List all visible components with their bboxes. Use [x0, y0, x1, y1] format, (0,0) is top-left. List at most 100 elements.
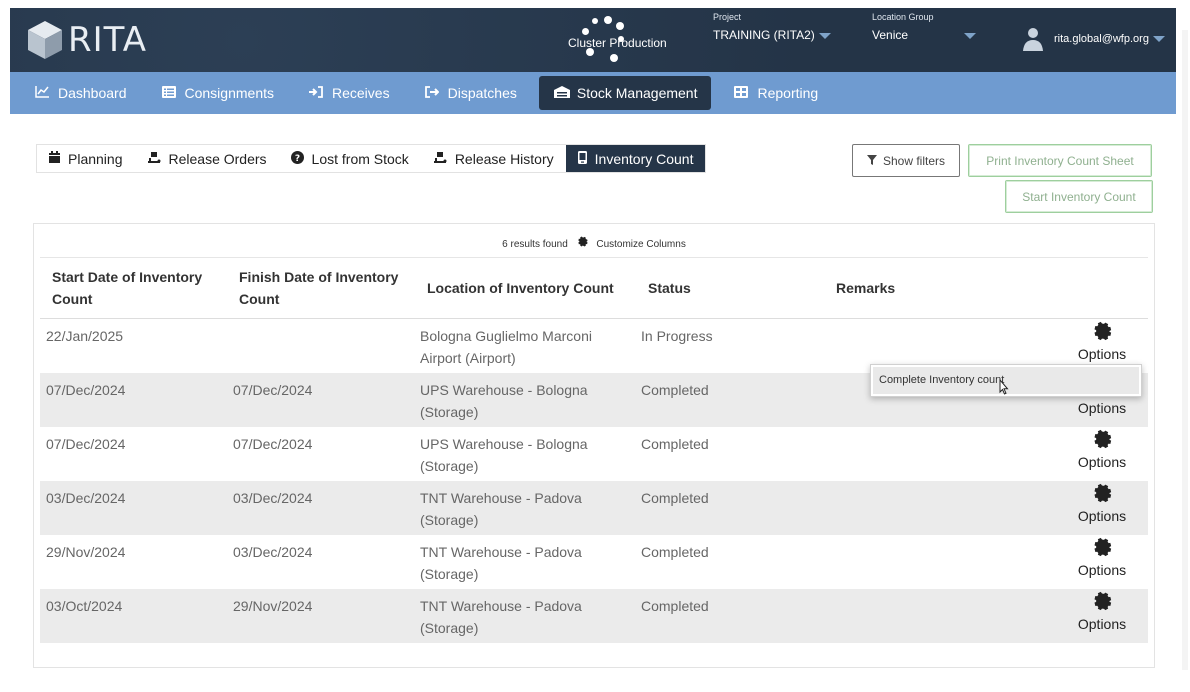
- main-nav: Dashboard Consignments Receives Dispatch…: [10, 72, 1176, 114]
- location-group-label: Location Group: [872, 12, 934, 22]
- nav-label: Consignments: [184, 85, 275, 101]
- options-label: Options: [1077, 454, 1127, 470]
- nav-stock-management[interactable]: Stock Management: [538, 76, 712, 110]
- show-filters-button[interactable]: Show filters: [852, 144, 960, 177]
- location-cell: TNT Warehouse - Padova (Storage): [420, 487, 582, 531]
- location-line-1: TNT Warehouse - Padova: [420, 490, 582, 506]
- finish-date-cell: 03/Dec/2024: [233, 490, 313, 506]
- chart-line-icon: [34, 85, 50, 101]
- gear-icon: [1072, 537, 1132, 562]
- location-line-2: (Storage): [420, 458, 479, 474]
- options-label: Options: [1077, 400, 1127, 416]
- options-button[interactable]: Options: [1072, 537, 1132, 578]
- stock-subtabs: Planning Release Orders ? Lost from Stoc…: [36, 144, 707, 173]
- project-label: Project: [713, 12, 742, 22]
- location-group-selector[interactable]: Location Group Venice: [872, 12, 982, 42]
- gear-icon: [1072, 483, 1132, 508]
- nav-receives[interactable]: Receives: [308, 76, 390, 110]
- sign-in-icon: [308, 85, 324, 101]
- calendar-icon: [49, 151, 60, 166]
- status-cell: Completed: [641, 598, 709, 614]
- finish-date-cell: 07/Dec/2024: [233, 382, 313, 398]
- options-label: Options: [1077, 346, 1127, 362]
- options-button[interactable]: Options: [1072, 483, 1132, 524]
- inventory-count-table-panel: 6 results found Customize Columns Start …: [33, 223, 1155, 668]
- logo-text: RITA: [68, 20, 148, 60]
- nav-dispatches[interactable]: Dispatches: [424, 76, 517, 110]
- status-cell: Completed: [641, 490, 709, 506]
- chevron-down-icon: [964, 32, 977, 39]
- sign-out-icon: [424, 85, 440, 101]
- table-icon: [733, 85, 749, 101]
- dolly-icon: [433, 151, 447, 166]
- col-header-remarks[interactable]: Remarks: [836, 277, 895, 299]
- location-line-1: TNT Warehouse - Padova: [420, 544, 582, 560]
- start-date-cell: 22/Jan/2025: [46, 328, 124, 344]
- nav-reporting[interactable]: Reporting: [733, 76, 818, 110]
- nav-label: Stock Management: [576, 85, 698, 101]
- options-button[interactable]: Options: [1072, 591, 1132, 632]
- gear-icon: [1072, 429, 1132, 454]
- gear-icon: [1072, 321, 1132, 346]
- project-value: TRAINING (RITA2): [713, 28, 815, 42]
- table-row: 03/Dec/2024 03/Dec/2024 TNT Warehouse - Pa…: [40, 481, 1148, 535]
- user-menu[interactable]: rita.global@wfp.org: [1022, 26, 1165, 52]
- location-line-1: UPS Warehouse - Bologna: [420, 382, 588, 398]
- nav-label: Reporting: [757, 85, 819, 101]
- start-date-cell: 07/Dec/2024: [46, 382, 126, 398]
- user-avatar-icon: [1022, 26, 1044, 52]
- nav-dashboard[interactable]: Dashboard: [34, 76, 127, 110]
- nav-label: Dispatches: [447, 85, 517, 101]
- svg-text:?: ?: [294, 154, 299, 164]
- options-label: Options: [1077, 508, 1127, 524]
- customize-columns-link[interactable]: Customize Columns: [596, 239, 685, 250]
- table-header: Start Date of Inventory Count Finish Dat…: [40, 257, 1148, 319]
- location-cell: UPS Warehouse - Bologna (Storage): [420, 379, 588, 423]
- user-email: rita.global@wfp.org: [1054, 33, 1149, 45]
- tab-label: Release History: [454, 150, 554, 167]
- show-filters-label: Show filters: [882, 153, 946, 168]
- gear-icon[interactable]: [577, 236, 588, 250]
- location-cell: TNT Warehouse - Padova (Storage): [420, 595, 582, 639]
- options-button[interactable]: Options: [1072, 321, 1132, 362]
- print-inventory-count-sheet-button[interactable]: Print Inventory Count Sheet: [968, 144, 1152, 177]
- tab-lost-from-stock[interactable]: ? Lost from Stock: [279, 145, 421, 172]
- results-summary: 6 results found Customize Columns: [34, 236, 1154, 250]
- status-cell: In Progress: [641, 328, 713, 344]
- start-inventory-count-button[interactable]: Start Inventory Count: [1005, 180, 1153, 213]
- nav-consignments[interactable]: Consignments: [161, 76, 275, 110]
- options-label: Options: [1077, 562, 1127, 578]
- tab-inventory-count[interactable]: Inventory Count: [565, 145, 706, 172]
- location-line-1: Bologna Guglielmo Marconi: [420, 328, 592, 344]
- cluster-selector[interactable]: Cluster Production: [556, 14, 676, 66]
- location-cell: Bologna Guglielmo Marconi Airport (Airpor…: [420, 325, 592, 369]
- tab-label: Lost from Stock: [311, 150, 409, 167]
- chevron-down-icon: [818, 32, 831, 39]
- start-date-cell: 03/Oct/2024: [46, 598, 123, 614]
- status-cell: Completed: [641, 544, 709, 560]
- finish-date-cell: 03/Dec/2024: [233, 544, 313, 560]
- gear-icon: [1072, 591, 1132, 616]
- nav-label: Dashboard: [58, 85, 127, 101]
- list-icon: [161, 85, 177, 101]
- tab-release-orders[interactable]: Release Orders: [135, 145, 279, 172]
- location-line-2: (Storage): [420, 404, 479, 420]
- finish-date-cell: 29/Nov/2024: [233, 598, 313, 614]
- col-header-location[interactable]: Location of Inventory Count: [427, 277, 614, 299]
- project-selector[interactable]: Project TRAINING (RITA2): [713, 12, 831, 42]
- options-label: Options: [1077, 616, 1127, 632]
- location-line-1: UPS Warehouse - Bologna: [420, 436, 588, 452]
- location-line-2: (Storage): [420, 566, 479, 582]
- col-header-start-date[interactable]: Start Date of Inventory Count: [52, 266, 222, 310]
- col-header-status[interactable]: Status: [648, 277, 691, 299]
- options-button[interactable]: Options: [1072, 429, 1132, 470]
- tab-label: Planning: [68, 150, 123, 167]
- rita-logo[interactable]: RITA: [26, 16, 147, 64]
- mouse-cursor-icon: [996, 378, 1010, 399]
- cube-logo-icon: [26, 19, 64, 61]
- page-scrollbar[interactable]: [1182, 30, 1188, 670]
- col-header-finish-date[interactable]: Finish Date of Inventory Count: [239, 266, 414, 310]
- tab-release-history[interactable]: Release History: [421, 145, 566, 172]
- tab-planning[interactable]: Planning: [37, 145, 135, 172]
- location-line-2: (Storage): [420, 620, 479, 636]
